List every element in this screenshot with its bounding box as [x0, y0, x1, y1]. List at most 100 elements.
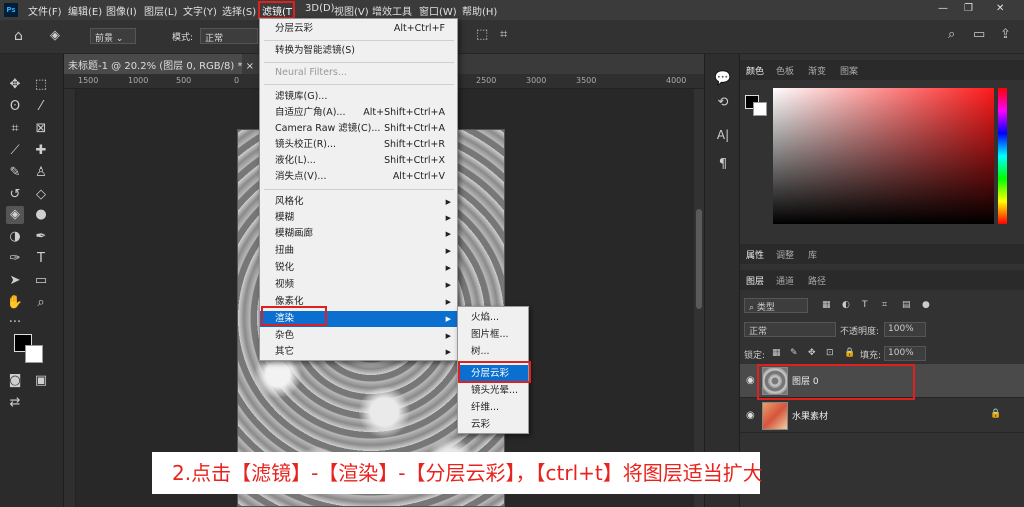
tab-adjustments[interactable]: 调整: [776, 248, 794, 261]
background-color-swatch[interactable]: [25, 345, 43, 363]
type-tool-icon[interactable]: T: [32, 250, 50, 268]
tab-patterns[interactable]: 图案: [840, 64, 858, 77]
menu-plugins[interactable]: 增效工具: [372, 3, 412, 18]
paragraph-panel-icon[interactable]: ¶: [714, 156, 732, 174]
menu-file[interactable]: 文件(F): [28, 3, 62, 18]
menu-filter[interactable]: 滤镜(T): [262, 3, 296, 18]
menu-item-pixelate[interactable]: 像素化 ▶: [260, 294, 457, 310]
blend-mode-select[interactable]: 正常: [744, 322, 836, 337]
dodge-tool-icon[interactable]: ◑: [6, 228, 24, 246]
scroll-thumb[interactable]: [696, 209, 702, 309]
menu-item-camera-raw[interactable]: Camera Raw 滤镜(C)... Shift+Ctrl+A: [260, 121, 457, 137]
paint-bucket-tool-icon[interactable]: ◈: [6, 206, 24, 224]
zoom-tool-icon[interactable]: ⌕: [32, 294, 50, 312]
visibility-eye-icon[interactable]: ◉: [746, 410, 755, 421]
submenu-difference-clouds[interactable]: 分层云彩: [458, 365, 528, 382]
home-icon[interactable]: ⌂: [14, 28, 23, 44]
share-icon[interactable]: ⇪: [1000, 27, 1011, 42]
menu-image[interactable]: 图像(I): [106, 3, 137, 18]
submenu-clouds[interactable]: 云彩: [458, 416, 528, 433]
submenu-lens-flare[interactable]: 镜头光晕...: [458, 382, 528, 399]
path-select-icon[interactable]: ➤: [6, 272, 24, 290]
lock-artboard-icon[interactable]: ⊡: [826, 348, 834, 358]
submenu-flame[interactable]: 火焰...: [458, 309, 528, 326]
tab-properties[interactable]: 属性: [746, 248, 764, 261]
hue-slider[interactable]: [998, 88, 1007, 224]
filter-shape-icon[interactable]: ⌗: [882, 300, 887, 310]
eraser-tool-icon[interactable]: ◇: [32, 186, 50, 204]
menu-edit[interactable]: 编辑(E): [68, 3, 102, 18]
screen-mode-icon[interactable]: ▣: [32, 372, 50, 390]
lock-pixels-icon[interactable]: ▦: [772, 348, 781, 358]
edit-toolbar-icon[interactable]: ⇄: [6, 394, 24, 412]
menu-item-adaptive-wide-angle[interactable]: 自适应广角(A)... Alt+Shift+Ctrl+A: [260, 105, 457, 121]
comments-icon[interactable]: 💬: [714, 70, 732, 88]
menu-view[interactable]: 视图(V): [334, 3, 369, 18]
frame-tool-icon[interactable]: ⊠: [32, 120, 50, 138]
panel-background-swatch[interactable]: [753, 102, 767, 116]
visibility-eye-icon[interactable]: ◉: [746, 375, 755, 386]
eyedropper-icon[interactable]: ⟋: [6, 142, 24, 160]
menu-help[interactable]: 帮助(H): [462, 3, 497, 18]
fill-input[interactable]: 100%: [884, 346, 926, 361]
marquee-tool-icon[interactable]: ⬚: [32, 76, 50, 94]
filter-smart-icon[interactable]: ▤: [902, 300, 911, 310]
layer-name[interactable]: 水果素材: [792, 409, 828, 422]
menu-item-filter-gallery[interactable]: 滤镜库(G)...: [260, 89, 457, 105]
layer-row[interactable]: ◉ 水果素材 🔒: [740, 399, 1024, 433]
menu-item-convert-smart[interactable]: 转换为智能滤镜(S): [260, 43, 457, 59]
blur-tool-icon[interactable]: ●: [32, 206, 50, 224]
menu-layer[interactable]: 图层(L): [144, 3, 177, 18]
quick-mask-icon[interactable]: ◙: [6, 372, 24, 390]
menu-type[interactable]: 文字(Y): [183, 3, 217, 18]
menu-select[interactable]: 选择(S): [222, 3, 256, 18]
menu-item-noise[interactable]: 杂色 ▶: [260, 328, 457, 344]
layer-kind-select[interactable]: ⌕ 类型: [744, 298, 808, 313]
menu-3d[interactable]: 3D(D): [305, 3, 335, 14]
workspace-icon[interactable]: ▭: [973, 27, 985, 42]
menu-item-distort[interactable]: 扭曲 ▶: [260, 243, 457, 259]
lock-paint-icon[interactable]: ✎: [790, 348, 798, 358]
filter-adjust-icon[interactable]: ◐: [842, 300, 850, 310]
healing-brush-icon[interactable]: ✚: [32, 142, 50, 160]
layer-name[interactable]: 图层 0: [792, 374, 819, 387]
menu-item-other[interactable]: 其它 ▶: [260, 344, 457, 360]
character-panel-icon[interactable]: A|: [714, 126, 732, 144]
menu-item-video[interactable]: 视频 ▶: [260, 277, 457, 293]
menu-item-lens-correction[interactable]: 镜头校正(R)... Shift+Ctrl+R: [260, 137, 457, 153]
history-brush-icon[interactable]: ↺: [6, 186, 24, 204]
opacity-input[interactable]: 100%: [884, 322, 926, 337]
hand-tool-icon[interactable]: ✋: [6, 294, 24, 312]
magic-wand-icon[interactable]: ⁄: [32, 98, 50, 116]
restore-icon[interactable]: ❐: [964, 3, 973, 14]
vertical-scrollbar[interactable]: [694, 89, 704, 507]
filter-toggle-icon[interactable]: ●: [922, 300, 930, 310]
document-tab[interactable]: 未标题-1 @ 20.2% (图层 0, RGB/8) * ×: [64, 54, 254, 74]
history-icon[interactable]: ⟲: [714, 94, 732, 112]
paint-bucket-icon[interactable]: ◈: [50, 28, 60, 43]
tab-swatches[interactable]: 色板: [776, 64, 794, 77]
fill-source-select[interactable]: 前景 ⌄: [90, 28, 136, 44]
submenu-fibers[interactable]: 纤维...: [458, 399, 528, 416]
menu-item-stylize[interactable]: 风格化 ▶: [260, 194, 457, 210]
stamp-tool-icon[interactable]: ♙: [32, 164, 50, 182]
filter-type-icon[interactable]: T: [862, 300, 868, 310]
mode-select[interactable]: 正常: [200, 28, 258, 44]
more-tools-icon[interactable]: ···: [6, 314, 24, 332]
menu-item-clouds-difference[interactable]: 分层云彩 Alt+Ctrl+F: [260, 21, 457, 37]
minimize-icon[interactable]: —: [938, 3, 948, 14]
submenu-tree[interactable]: 树...: [458, 343, 528, 360]
menu-item-vanishing-point[interactable]: 消失点(V)... Alt+Ctrl+V: [260, 169, 457, 185]
submenu-picture-frame[interactable]: 图片框...: [458, 326, 528, 343]
menu-item-liquify[interactable]: 液化(L)... Shift+Ctrl+X: [260, 153, 457, 169]
lock-all-icon[interactable]: 🔒: [844, 348, 855, 358]
menu-item-blur[interactable]: 模糊 ▶: [260, 210, 457, 226]
menu-window[interactable]: 窗口(W): [419, 3, 457, 18]
tab-close-icon[interactable]: ×: [246, 61, 254, 72]
lock-position-icon[interactable]: ✥: [808, 348, 816, 358]
move-tool-icon[interactable]: ✥: [6, 76, 24, 94]
rectangle-tool-icon[interactable]: ▭: [32, 272, 50, 290]
tab-color[interactable]: 颜色: [746, 64, 764, 77]
menu-item-blur-gallery[interactable]: 模糊画廊 ▶: [260, 226, 457, 242]
filter-pixel-icon[interactable]: ▦: [822, 300, 831, 310]
